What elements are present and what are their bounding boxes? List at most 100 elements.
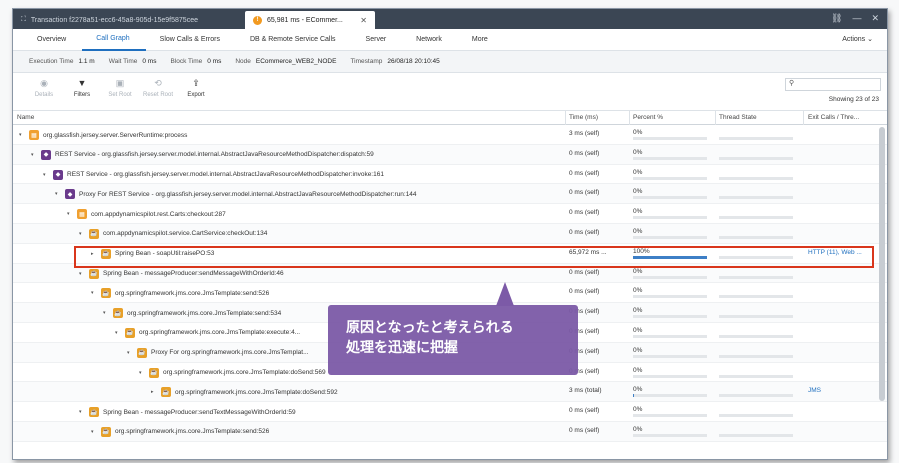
table-row[interactable]: ▾ ▦ org.glassfish.jersey.server.ServerRunt…: [13, 125, 887, 145]
thread-state-bar: [719, 414, 793, 418]
expand-caret-icon[interactable]: ▾: [43, 172, 49, 178]
expand-caret-icon[interactable]: ▸: [91, 251, 97, 257]
thread-state-bar: [719, 196, 793, 200]
tab-snapshot[interactable]: ! 65,981 ms - ECommer... ✕: [245, 11, 375, 29]
tab-call-graph[interactable]: Call Graph: [82, 29, 146, 51]
tab-db-remote[interactable]: DB & Remote Service Calls: [236, 29, 352, 51]
actions-menu[interactable]: Actions ⌄: [842, 35, 873, 43]
search-icon: ⚲: [789, 80, 795, 87]
expand-caret-icon[interactable]: ▾: [79, 409, 85, 415]
rest-icon: ◆: [41, 149, 51, 160]
table-row[interactable]: ▾ ☕ Spring Bean - messageProducer:sendText…: [13, 402, 887, 422]
expand-caret-icon[interactable]: ▾: [67, 211, 73, 217]
call-graph-tree: ▾ ▦ org.glassfish.jersey.server.ServerRunt…: [13, 125, 887, 442]
table-row[interactable]: ▾ ☕ org.springframework.jms.core.JmsTempla…: [13, 421, 887, 442]
table-row[interactable]: ▾ ◆ REST Service - org.glassfish.jersey.se…: [13, 165, 887, 185]
tab-server[interactable]: Server: [352, 29, 403, 51]
row-name: Proxy For REST Service - org.glassfish.j…: [79, 190, 417, 198]
table-row[interactable]: ▾ ◆ REST Service - org.glassfish.jersey.se…: [13, 144, 887, 165]
link-icon[interactable]: ⛓: [831, 13, 842, 24]
row-percent: 0%: [633, 326, 643, 334]
thread-state-bar: [719, 176, 793, 180]
col-thread-state[interactable]: Thread State: [719, 114, 757, 121]
row-time: 0 ms (self): [569, 268, 600, 276]
expand-caret-icon[interactable]: ▾: [55, 191, 61, 197]
reset-root-button[interactable]: ⟲ Reset Root: [139, 73, 177, 98]
percent-bar: [633, 374, 707, 378]
table-row[interactable]: ▾ ◆ Proxy For REST Service - org.glassfish…: [13, 184, 887, 205]
row-time: 65,972 ms ...: [569, 248, 607, 256]
row-label-group: ▾ ☕ Spring Bean - messageProducer:sendMess…: [79, 268, 284, 279]
thread-state-bar: [719, 295, 793, 299]
table-row[interactable]: ▾ ▦ com.appdynamicspilot.rest.Carts:checko…: [13, 204, 887, 224]
block-time-value: 0 ms: [207, 58, 222, 65]
minimize-icon[interactable]: —: [852, 13, 861, 24]
row-time: 0 ms (self): [569, 169, 600, 177]
table-row[interactable]: ▸ ☕ org.springframework.jms.core.JmsTempla…: [13, 382, 887, 403]
expand-caret-icon[interactable]: ▾: [127, 350, 133, 356]
row-time: 0 ms (self): [569, 228, 600, 236]
close-icon[interactable]: ✕: [360, 16, 367, 25]
call-graph-toolbar: ◉ Details ▼ Filters ▣ Set Root ⟲ Reset Root …: [13, 73, 887, 111]
row-time: 0 ms (self): [569, 189, 600, 197]
transaction-icon: ⛶: [21, 16, 26, 23]
block-time-label: Block Time: [170, 58, 203, 65]
close-window-icon[interactable]: ✕: [871, 13, 879, 24]
vertical-scrollbar[interactable]: [879, 127, 885, 401]
expand-caret-icon[interactable]: ▾: [139, 370, 145, 376]
table-row[interactable]: ▸ ☕ Spring Bean - soapUtil:raisePO:53 65,97…: [13, 244, 887, 264]
row-percent: 0%: [633, 346, 643, 354]
filter-icon: ▼: [77, 78, 87, 88]
wait-time-value: 0 ms: [142, 58, 157, 65]
tab-more[interactable]: More: [458, 29, 504, 51]
exit-call-link[interactable]: JMS: [808, 387, 821, 394]
set-root-button[interactable]: ▣ Set Root: [101, 73, 139, 98]
percent-bar-fill: [633, 255, 707, 259]
row-label-group: ▾ ▦ org.glassfish.jersey.server.ServerRunt…: [19, 130, 187, 140]
percent-bar: [633, 295, 707, 299]
node-label: Node: [235, 58, 251, 65]
row-name: org.springframework.jms.core.JmsTemplate…: [127, 309, 282, 317]
percent-bar: [633, 176, 707, 180]
row-percent: 0%: [633, 287, 643, 295]
tab-transaction[interactable]: ⛶ Transaction f2278a51-ecc6-45a8-905d-15…: [13, 11, 245, 29]
percent-bar: [633, 334, 707, 338]
thread-state-bar: [719, 374, 793, 378]
details-button[interactable]: ◉ Details: [25, 73, 63, 98]
expand-caret-icon[interactable]: ▾: [103, 310, 109, 316]
expand-caret-icon[interactable]: ▾: [31, 152, 37, 158]
java-icon: ☕: [89, 228, 99, 239]
export-button[interactable]: ⇪ Export: [177, 73, 215, 98]
expand-caret-icon[interactable]: ▾: [91, 290, 97, 296]
expand-caret-icon[interactable]: ▾: [19, 132, 25, 138]
row-name: Spring Bean - messageProducer:sendTextMe…: [103, 408, 296, 416]
table-row[interactable]: ▾ ☕ Spring Bean - messageProducer:sendMess…: [13, 263, 887, 284]
col-time[interactable]: Time (ms): [569, 114, 598, 121]
callout-line-2: 処理を迅速に把握: [346, 339, 458, 355]
thread-state-bar: [719, 433, 793, 437]
pkg-icon: ▦: [77, 209, 87, 220]
table-row[interactable]: ▾ ☕ com.appdynamicspilot.service.CartServi…: [13, 223, 887, 244]
clipboard-icon: ▣: [115, 78, 125, 88]
row-name: org.springframework.jms.core.JmsTemplate…: [163, 369, 326, 377]
row-time: 3 ms (self): [569, 130, 600, 137]
col-exit-calls[interactable]: Exit Calls / Thre...: [808, 114, 859, 121]
row-percent: 0%: [633, 188, 643, 196]
expand-caret-icon[interactable]: ▾: [91, 429, 97, 435]
col-name[interactable]: Name: [17, 114, 34, 121]
table-row[interactable]: ▾ ☕ org.springframework.jms.core.JmsTempla…: [13, 283, 887, 304]
export-icon: ⇪: [192, 78, 200, 88]
thread-state-bar: [719, 354, 793, 358]
tab-overview[interactable]: Overview: [23, 29, 82, 51]
expand-caret-icon[interactable]: ▸: [151, 389, 157, 395]
col-percent[interactable]: Percent %: [633, 114, 663, 121]
tab-slow-calls[interactable]: Slow Calls & Errors: [146, 29, 236, 51]
expand-caret-icon[interactable]: ▾: [79, 271, 85, 277]
filters-button[interactable]: ▼ Filters: [63, 73, 101, 98]
expand-caret-icon[interactable]: ▾: [115, 330, 121, 336]
expand-caret-icon[interactable]: ▾: [79, 231, 85, 237]
tab-network[interactable]: Network: [402, 29, 458, 51]
search-input[interactable]: ⚲: [785, 78, 881, 91]
percent-bar-fill: [633, 394, 634, 398]
exit-call-link[interactable]: HTTP (11), Web ...: [808, 249, 862, 256]
